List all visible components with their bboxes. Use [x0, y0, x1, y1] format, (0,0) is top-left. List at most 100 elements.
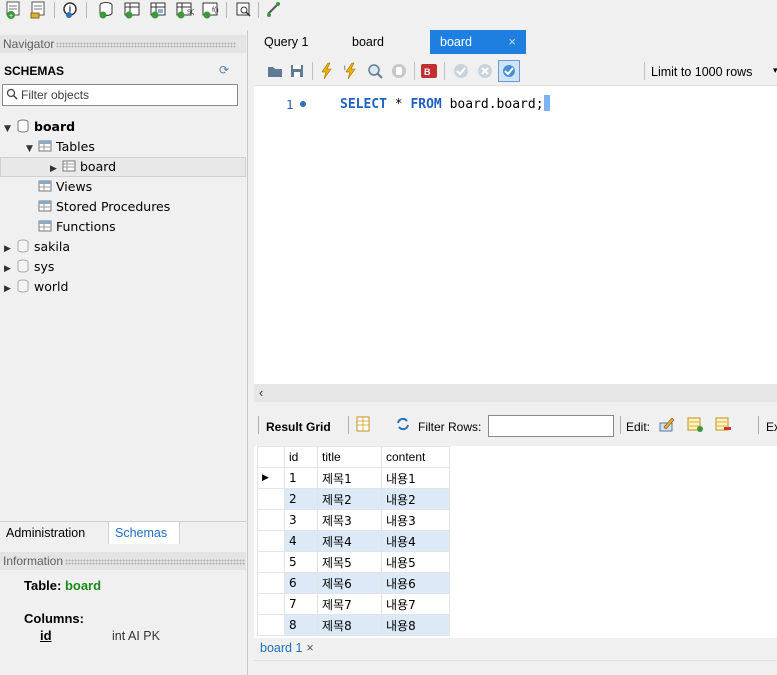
- open-sql-file-icon[interactable]: [28, 0, 48, 20]
- create-table-icon[interactable]: [122, 0, 142, 20]
- result-grid-button[interactable]: Result Grid: [266, 420, 331, 434]
- add-row-icon[interactable]: [686, 415, 704, 433]
- cell-title[interactable]: 제목6: [317, 572, 382, 594]
- cell-title[interactable]: 제목2: [317, 488, 382, 510]
- cell-title[interactable]: 제목5: [317, 551, 382, 573]
- table-row[interactable]: 7 제목7 내용7: [257, 593, 450, 615]
- autocommit-toggle-icon[interactable]: [498, 60, 520, 82]
- cell-content[interactable]: 내용8: [381, 614, 450, 636]
- table-row[interactable]: 2 제목2 내용2: [257, 488, 450, 510]
- table-row[interactable]: ▶ 1 제목1 내용1: [257, 467, 450, 489]
- row-header[interactable]: [257, 509, 285, 531]
- table-row[interactable]: 5 제목5 내용5: [257, 551, 450, 573]
- row-header[interactable]: [257, 572, 285, 594]
- result-tab-board-1[interactable]: board 1 ×: [260, 641, 314, 655]
- row-header[interactable]: [257, 530, 285, 552]
- tab-board-active[interactable]: board ×: [430, 30, 526, 54]
- filter-objects-input[interactable]: [21, 87, 235, 103]
- row-header[interactable]: [257, 488, 285, 510]
- cell-content[interactable]: 내용7: [381, 593, 450, 615]
- grid-layout-icon[interactable]: [354, 415, 372, 433]
- new-sql-tab-icon[interactable]: +: [4, 0, 24, 20]
- cell-id[interactable]: 3: [284, 509, 318, 531]
- cell-title[interactable]: 제목1: [317, 467, 382, 489]
- table-row[interactable]: 4 제목4 내용4: [257, 530, 450, 552]
- filter-objects-box[interactable]: [2, 84, 238, 106]
- current-row-marker-icon[interactable]: ▶: [257, 467, 285, 489]
- sql-text[interactable]: SELECT * FROM board.board;: [340, 95, 550, 112]
- cell-id[interactable]: 8: [284, 614, 318, 636]
- create-view-icon[interactable]: [148, 0, 168, 20]
- row-header[interactable]: [257, 593, 285, 615]
- tree-folder-stored-procedures[interactable]: Stored Procedures: [38, 197, 170, 217]
- refresh-icon[interactable]: ⟳: [219, 63, 229, 77]
- sql-editor[interactable]: 1 SELECT * FROM board.board;: [254, 87, 777, 384]
- close-icon[interactable]: ×: [508, 30, 516, 54]
- tree-schema-board[interactable]: ▼ board: [4, 117, 75, 137]
- tree-schema-sakila[interactable]: ▶ sakila: [4, 237, 70, 257]
- cell-content[interactable]: 내용2: [381, 488, 450, 510]
- expand-arrow-icon[interactable]: ▼: [26, 139, 38, 159]
- tab-query-1[interactable]: Query 1: [254, 30, 334, 54]
- tree-schema-sys[interactable]: ▶ sys: [4, 257, 54, 277]
- delete-row-icon[interactable]: [714, 415, 732, 433]
- close-icon[interactable]: ×: [306, 641, 313, 655]
- table-row[interactable]: 6 제목6 내용6: [257, 572, 450, 594]
- reconnect-icon[interactable]: [264, 0, 284, 20]
- cell-title[interactable]: 제목3: [317, 509, 382, 531]
- cell-title[interactable]: 제목8: [317, 614, 382, 636]
- tree-schema-world[interactable]: ▶ world: [4, 277, 68, 297]
- expand-arrow-icon[interactable]: ▶: [4, 259, 16, 279]
- toggle-output-icon[interactable]: B: [420, 62, 438, 80]
- explain-icon[interactable]: [366, 62, 384, 80]
- tree-folder-tables[interactable]: ▼ Tables: [26, 137, 95, 157]
- chevron-down-icon[interactable]: ▾: [773, 65, 777, 76]
- cell-id[interactable]: 4: [284, 530, 318, 552]
- cell-id[interactable]: 6: [284, 572, 318, 594]
- open-inspector-icon[interactable]: i: [62, 0, 82, 20]
- limit-rows-select[interactable]: Limit to 1000 rows: [651, 65, 752, 79]
- execute-current-icon[interactable]: I: [342, 62, 360, 80]
- row-header[interactable]: [257, 614, 285, 636]
- tab-schemas[interactable]: Schemas: [108, 522, 180, 544]
- open-folder-icon[interactable]: [266, 62, 284, 80]
- create-procedure-icon[interactable]: SQL: [174, 0, 200, 20]
- scroll-left-icon[interactable]: ‹: [259, 385, 263, 400]
- expand-arrow-icon[interactable]: ▶: [4, 279, 16, 299]
- tree-table-board[interactable]: ▶ board: [50, 157, 116, 177]
- edit-row-icon[interactable]: [658, 415, 676, 433]
- tree-folder-functions[interactable]: Functions: [38, 217, 116, 237]
- cell-content[interactable]: 내용6: [381, 572, 450, 594]
- cell-content[interactable]: 내용3: [381, 509, 450, 531]
- cell-id[interactable]: 2: [284, 488, 318, 510]
- refresh-icon[interactable]: [394, 415, 412, 433]
- filter-rows-input[interactable]: [488, 415, 614, 437]
- table-row[interactable]: 3 제목3 내용3: [257, 509, 450, 531]
- column-header-title[interactable]: title: [317, 446, 382, 468]
- search-table-data-icon[interactable]: [234, 0, 254, 20]
- table-row[interactable]: 8 제목8 내용8: [257, 614, 450, 636]
- tab-board[interactable]: board: [342, 30, 422, 54]
- create-function-icon[interactable]: f(): [200, 0, 220, 20]
- tab-administration[interactable]: Administration: [0, 522, 92, 544]
- expand-arrow-icon[interactable]: ▼: [4, 119, 16, 139]
- column-header-id[interactable]: id: [284, 446, 318, 468]
- cell-content[interactable]: 내용4: [381, 530, 450, 552]
- cell-id[interactable]: 7: [284, 593, 318, 615]
- column-header-content[interactable]: content: [381, 446, 450, 468]
- cell-id[interactable]: 1: [284, 467, 318, 489]
- horizontal-scrollbar[interactable]: ‹: [254, 384, 777, 402]
- expand-arrow-icon[interactable]: ▶: [50, 159, 62, 179]
- execute-icon[interactable]: [318, 62, 336, 80]
- cell-title[interactable]: 제목7: [317, 593, 382, 615]
- stop-icon[interactable]: [390, 62, 408, 80]
- save-icon[interactable]: [288, 62, 306, 80]
- row-header[interactable]: [257, 551, 285, 573]
- cell-id[interactable]: 5: [284, 551, 318, 573]
- tree-folder-views[interactable]: Views: [38, 177, 92, 197]
- cell-content[interactable]: 내용1: [381, 467, 450, 489]
- cell-content[interactable]: 내용5: [381, 551, 450, 573]
- expand-arrow-icon[interactable]: ▶: [4, 239, 16, 259]
- cell-title[interactable]: 제목4: [317, 530, 382, 552]
- create-schema-icon[interactable]: [96, 0, 116, 20]
